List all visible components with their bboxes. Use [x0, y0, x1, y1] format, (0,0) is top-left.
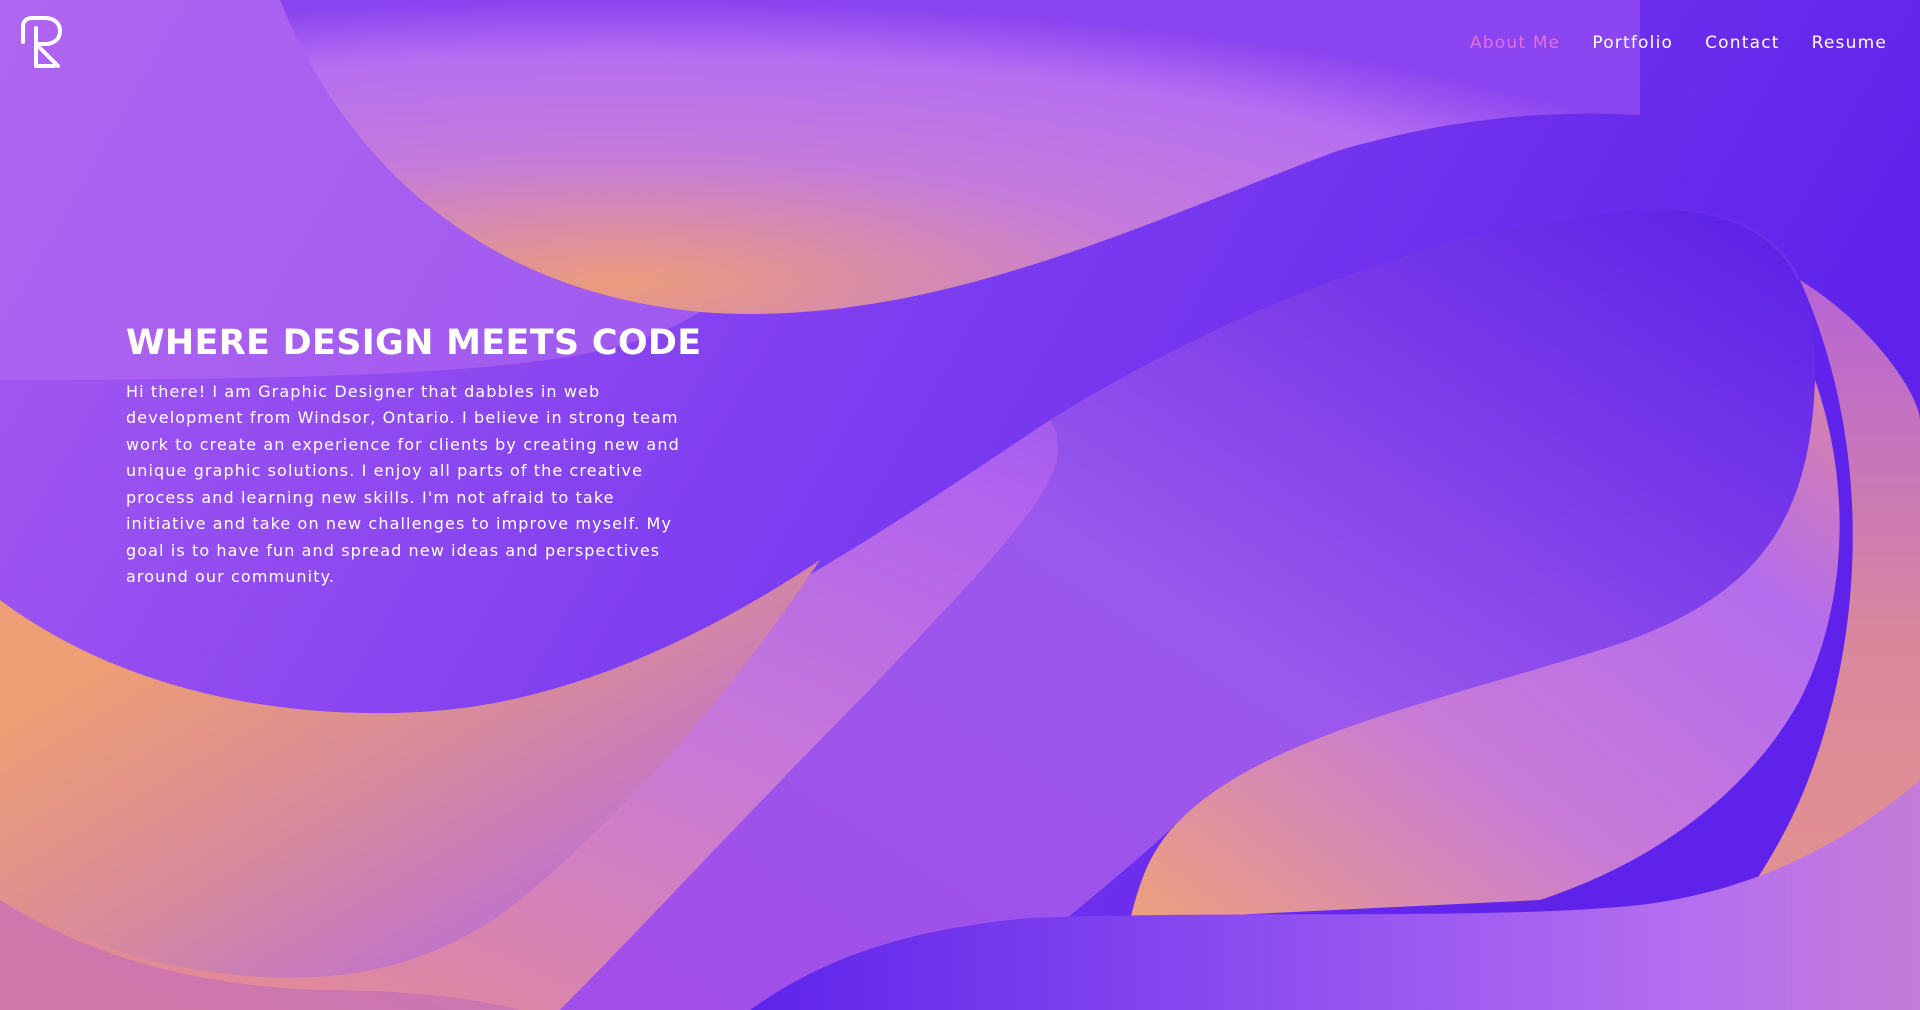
main-nav: About Me Portfolio Contact Resume — [1470, 33, 1887, 53]
monogram-logo-icon[interactable] — [18, 16, 68, 68]
nav-resume[interactable]: Resume — [1812, 33, 1887, 53]
hero-section: WHERE DESIGN MEETS CODE Hi there! I am G… — [126, 324, 706, 591]
nav-about-me[interactable]: About Me — [1470, 33, 1560, 53]
hero-description: Hi there! I am Graphic Designer that dab… — [126, 381, 680, 587]
nav-portfolio[interactable]: Portfolio — [1592, 33, 1673, 53]
hero-title: WHERE DESIGN MEETS CODE — [126, 323, 702, 363]
nav-contact[interactable]: Contact — [1705, 33, 1780, 53]
page: About Me Portfolio Contact Resume WHERE … — [0, 0, 1920, 1010]
